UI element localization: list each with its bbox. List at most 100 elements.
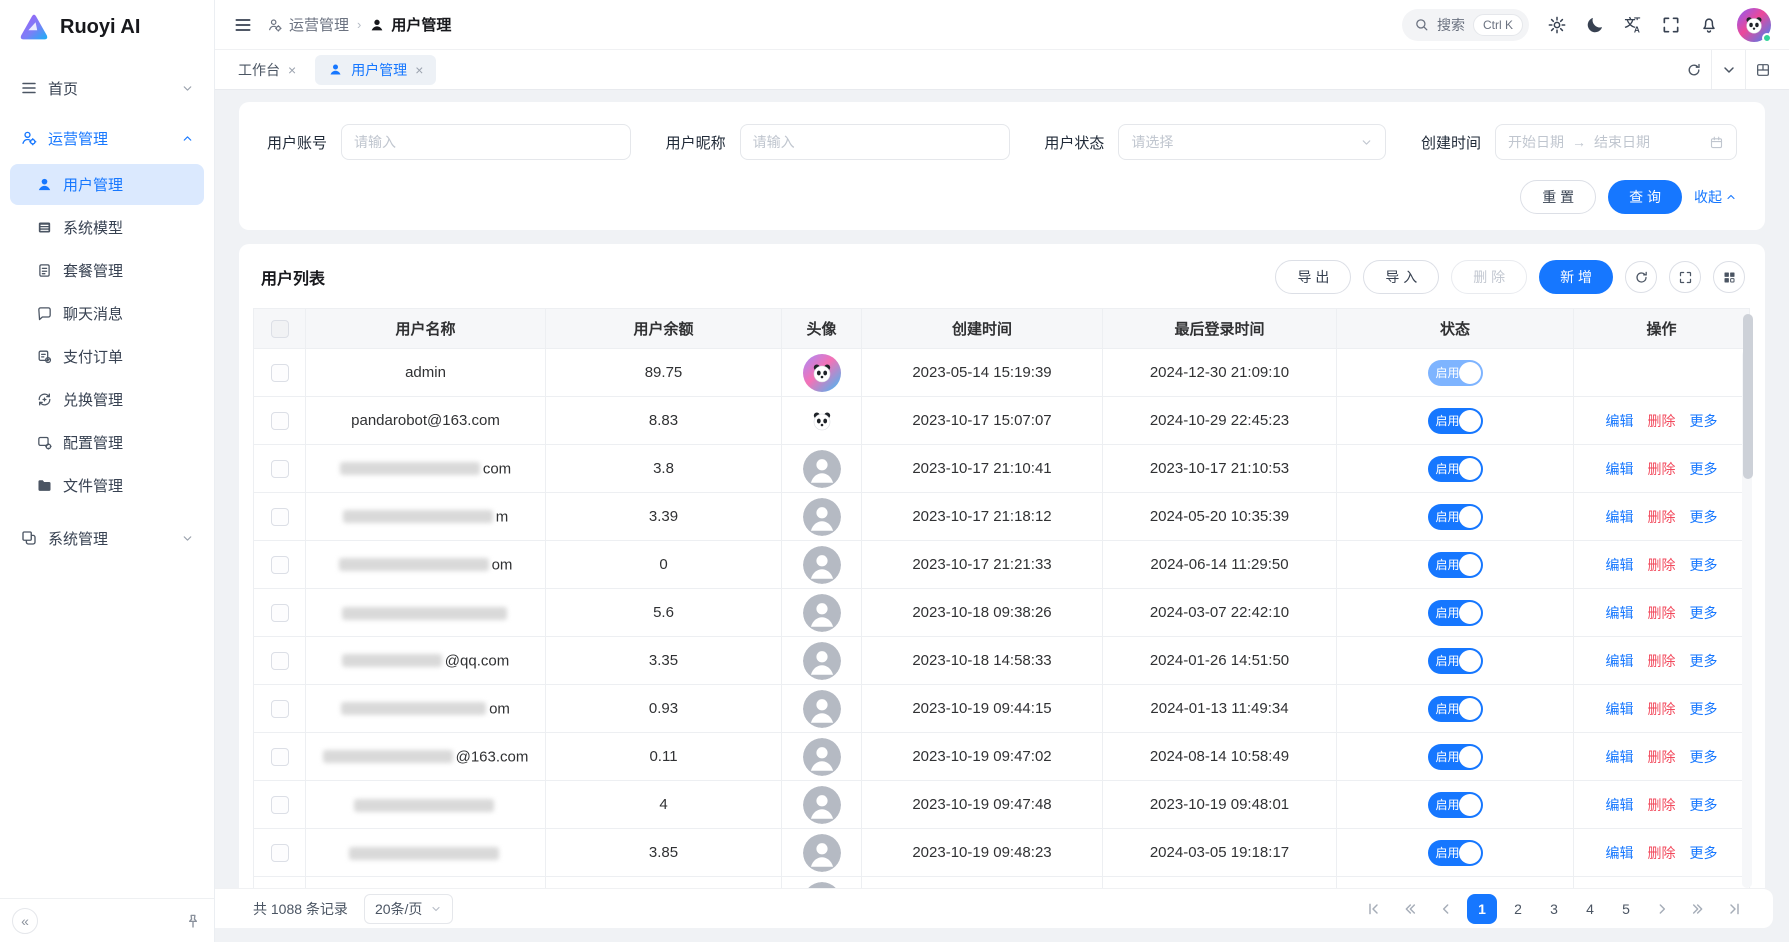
status-toggle[interactable]: 启用 xyxy=(1428,360,1483,386)
sidebar-item-file-management[interactable]: 文件管理 xyxy=(10,465,204,506)
delete-link[interactable]: 删除 xyxy=(1648,749,1676,765)
page-next-button[interactable] xyxy=(1647,894,1677,924)
edit-link[interactable]: 编辑 xyxy=(1606,653,1634,669)
row-checkbox[interactable] xyxy=(271,748,289,766)
sidebar-item-chat-messages[interactable]: 聊天消息 xyxy=(10,293,204,334)
status-toggle[interactable]: 启用 xyxy=(1428,888,1483,889)
status-toggle[interactable]: 启用 xyxy=(1428,792,1483,818)
row-checkbox[interactable] xyxy=(271,556,289,574)
sidebar-item-operations[interactable]: 运营管理 xyxy=(10,116,204,160)
edit-link[interactable]: 编辑 xyxy=(1606,605,1634,621)
page-3-button[interactable]: 3 xyxy=(1539,894,1569,924)
more-link[interactable]: 更多 xyxy=(1690,557,1718,573)
edit-link[interactable]: 编辑 xyxy=(1606,701,1634,717)
close-tab-icon[interactable]: × xyxy=(415,63,423,77)
row-checkbox[interactable] xyxy=(271,508,289,526)
import-button[interactable]: 导 入 xyxy=(1363,260,1439,294)
row-checkbox[interactable] xyxy=(271,652,289,670)
refresh-tab-button[interactable] xyxy=(1677,50,1711,89)
row-checkbox[interactable] xyxy=(271,364,289,382)
status-toggle[interactable]: 启用 xyxy=(1428,648,1483,674)
delete-link[interactable]: 删除 xyxy=(1648,509,1676,525)
more-link[interactable]: 更多 xyxy=(1690,797,1718,813)
settings-icon[interactable] xyxy=(1547,15,1567,35)
status-toggle[interactable]: 启用 xyxy=(1428,504,1483,530)
theme-moon-icon[interactable] xyxy=(1585,15,1605,35)
delete-link[interactable]: 删除 xyxy=(1648,845,1676,861)
pin-sidebar-icon[interactable] xyxy=(184,912,202,930)
row-checkbox[interactable] xyxy=(271,700,289,718)
delete-link[interactable]: 删除 xyxy=(1648,653,1676,669)
tab-workbench[interactable]: 工作台× xyxy=(225,55,309,85)
status-toggle[interactable]: 启用 xyxy=(1428,840,1483,866)
more-link[interactable]: 更多 xyxy=(1690,845,1718,861)
created-daterange-picker[interactable]: 开始日期 → 结束日期 xyxy=(1495,124,1737,160)
status-select[interactable]: 请选择 xyxy=(1118,124,1386,160)
page-size-select[interactable]: 20条/页 xyxy=(364,894,453,924)
status-toggle[interactable]: 启用 xyxy=(1428,456,1483,482)
delete-button[interactable]: 删 除 xyxy=(1451,260,1527,294)
notifications-icon[interactable] xyxy=(1699,15,1719,35)
delete-link[interactable]: 删除 xyxy=(1648,797,1676,813)
delete-link[interactable]: 删除 xyxy=(1648,701,1676,717)
close-tab-icon[interactable]: × xyxy=(288,63,296,77)
nickname-input[interactable] xyxy=(740,124,1010,160)
query-button[interactable]: 查 询 xyxy=(1608,180,1682,214)
edit-link[interactable]: 编辑 xyxy=(1606,557,1634,573)
edit-link[interactable]: 编辑 xyxy=(1606,509,1634,525)
refresh-table-button[interactable] xyxy=(1625,261,1657,293)
collapse-filters-link[interactable]: 收起 xyxy=(1694,187,1737,207)
row-checkbox[interactable] xyxy=(271,844,289,862)
row-checkbox[interactable] xyxy=(271,604,289,622)
sidebar-item-home[interactable]: 首页 xyxy=(10,66,204,110)
hamburger-menu-icon[interactable] xyxy=(233,15,253,35)
fullscreen-icon[interactable] xyxy=(1661,15,1681,35)
column-settings-button[interactable] xyxy=(1713,261,1745,293)
sidebar-item-config-management[interactable]: 配置管理 xyxy=(10,422,204,463)
reset-button[interactable]: 重 置 xyxy=(1520,180,1596,214)
export-button[interactable]: 导 出 xyxy=(1275,260,1351,294)
status-toggle[interactable]: 启用 xyxy=(1428,600,1483,626)
tabs-dropdown-button[interactable] xyxy=(1711,50,1745,89)
delete-link[interactable]: 删除 xyxy=(1648,461,1676,477)
tab-user-management[interactable]: 用户管理× xyxy=(315,55,436,85)
row-checkbox[interactable] xyxy=(271,460,289,478)
page-prev-group-button[interactable] xyxy=(1395,894,1425,924)
page-first-button[interactable] xyxy=(1359,894,1389,924)
sidebar-item-redeem-management[interactable]: 兑换管理 xyxy=(10,379,204,420)
edit-link[interactable]: 编辑 xyxy=(1606,413,1634,429)
more-link[interactable]: 更多 xyxy=(1690,653,1718,669)
edit-link[interactable]: 编辑 xyxy=(1606,749,1634,765)
page-5-button[interactable]: 5 xyxy=(1611,894,1641,924)
add-button[interactable]: 新 增 xyxy=(1539,260,1613,294)
status-toggle[interactable]: 启用 xyxy=(1428,696,1483,722)
status-toggle[interactable]: 启用 xyxy=(1428,552,1483,578)
more-link[interactable]: 更多 xyxy=(1690,413,1718,429)
more-link[interactable]: 更多 xyxy=(1690,461,1718,477)
delete-link[interactable]: 删除 xyxy=(1648,605,1676,621)
user-avatar[interactable] xyxy=(1737,8,1771,42)
edit-link[interactable]: 编辑 xyxy=(1606,461,1634,477)
more-link[interactable]: 更多 xyxy=(1690,509,1718,525)
page-2-button[interactable]: 2 xyxy=(1503,894,1533,924)
page-last-button[interactable] xyxy=(1719,894,1749,924)
status-toggle[interactable]: 启用 xyxy=(1428,744,1483,770)
row-checkbox[interactable] xyxy=(271,796,289,814)
more-link[interactable]: 更多 xyxy=(1690,605,1718,621)
account-input[interactable] xyxy=(341,124,631,160)
status-toggle[interactable]: 启用 xyxy=(1428,408,1483,434)
select-all-checkbox[interactable] xyxy=(271,320,289,338)
sidebar-collapse-button[interactable]: « xyxy=(12,908,38,934)
content-layout-button[interactable] xyxy=(1745,50,1779,89)
more-link[interactable]: 更多 xyxy=(1690,701,1718,717)
sidebar-item-payment-orders[interactable]: 支付订单 xyxy=(10,336,204,377)
sidebar-item-system[interactable]: 系统管理 xyxy=(10,516,204,560)
sidebar-item-system-model[interactable]: 系统模型 xyxy=(10,207,204,248)
edit-link[interactable]: 编辑 xyxy=(1606,797,1634,813)
sidebar-item-user-management[interactable]: 用户管理 xyxy=(10,164,204,205)
more-link[interactable]: 更多 xyxy=(1690,749,1718,765)
brand-logo[interactable]: Ruoyi AI xyxy=(0,0,214,54)
global-search[interactable]: 搜索 Ctrl K xyxy=(1402,9,1529,41)
row-checkbox[interactable] xyxy=(271,412,289,430)
breadcrumb-user-management[interactable]: 用户管理 xyxy=(369,14,451,35)
